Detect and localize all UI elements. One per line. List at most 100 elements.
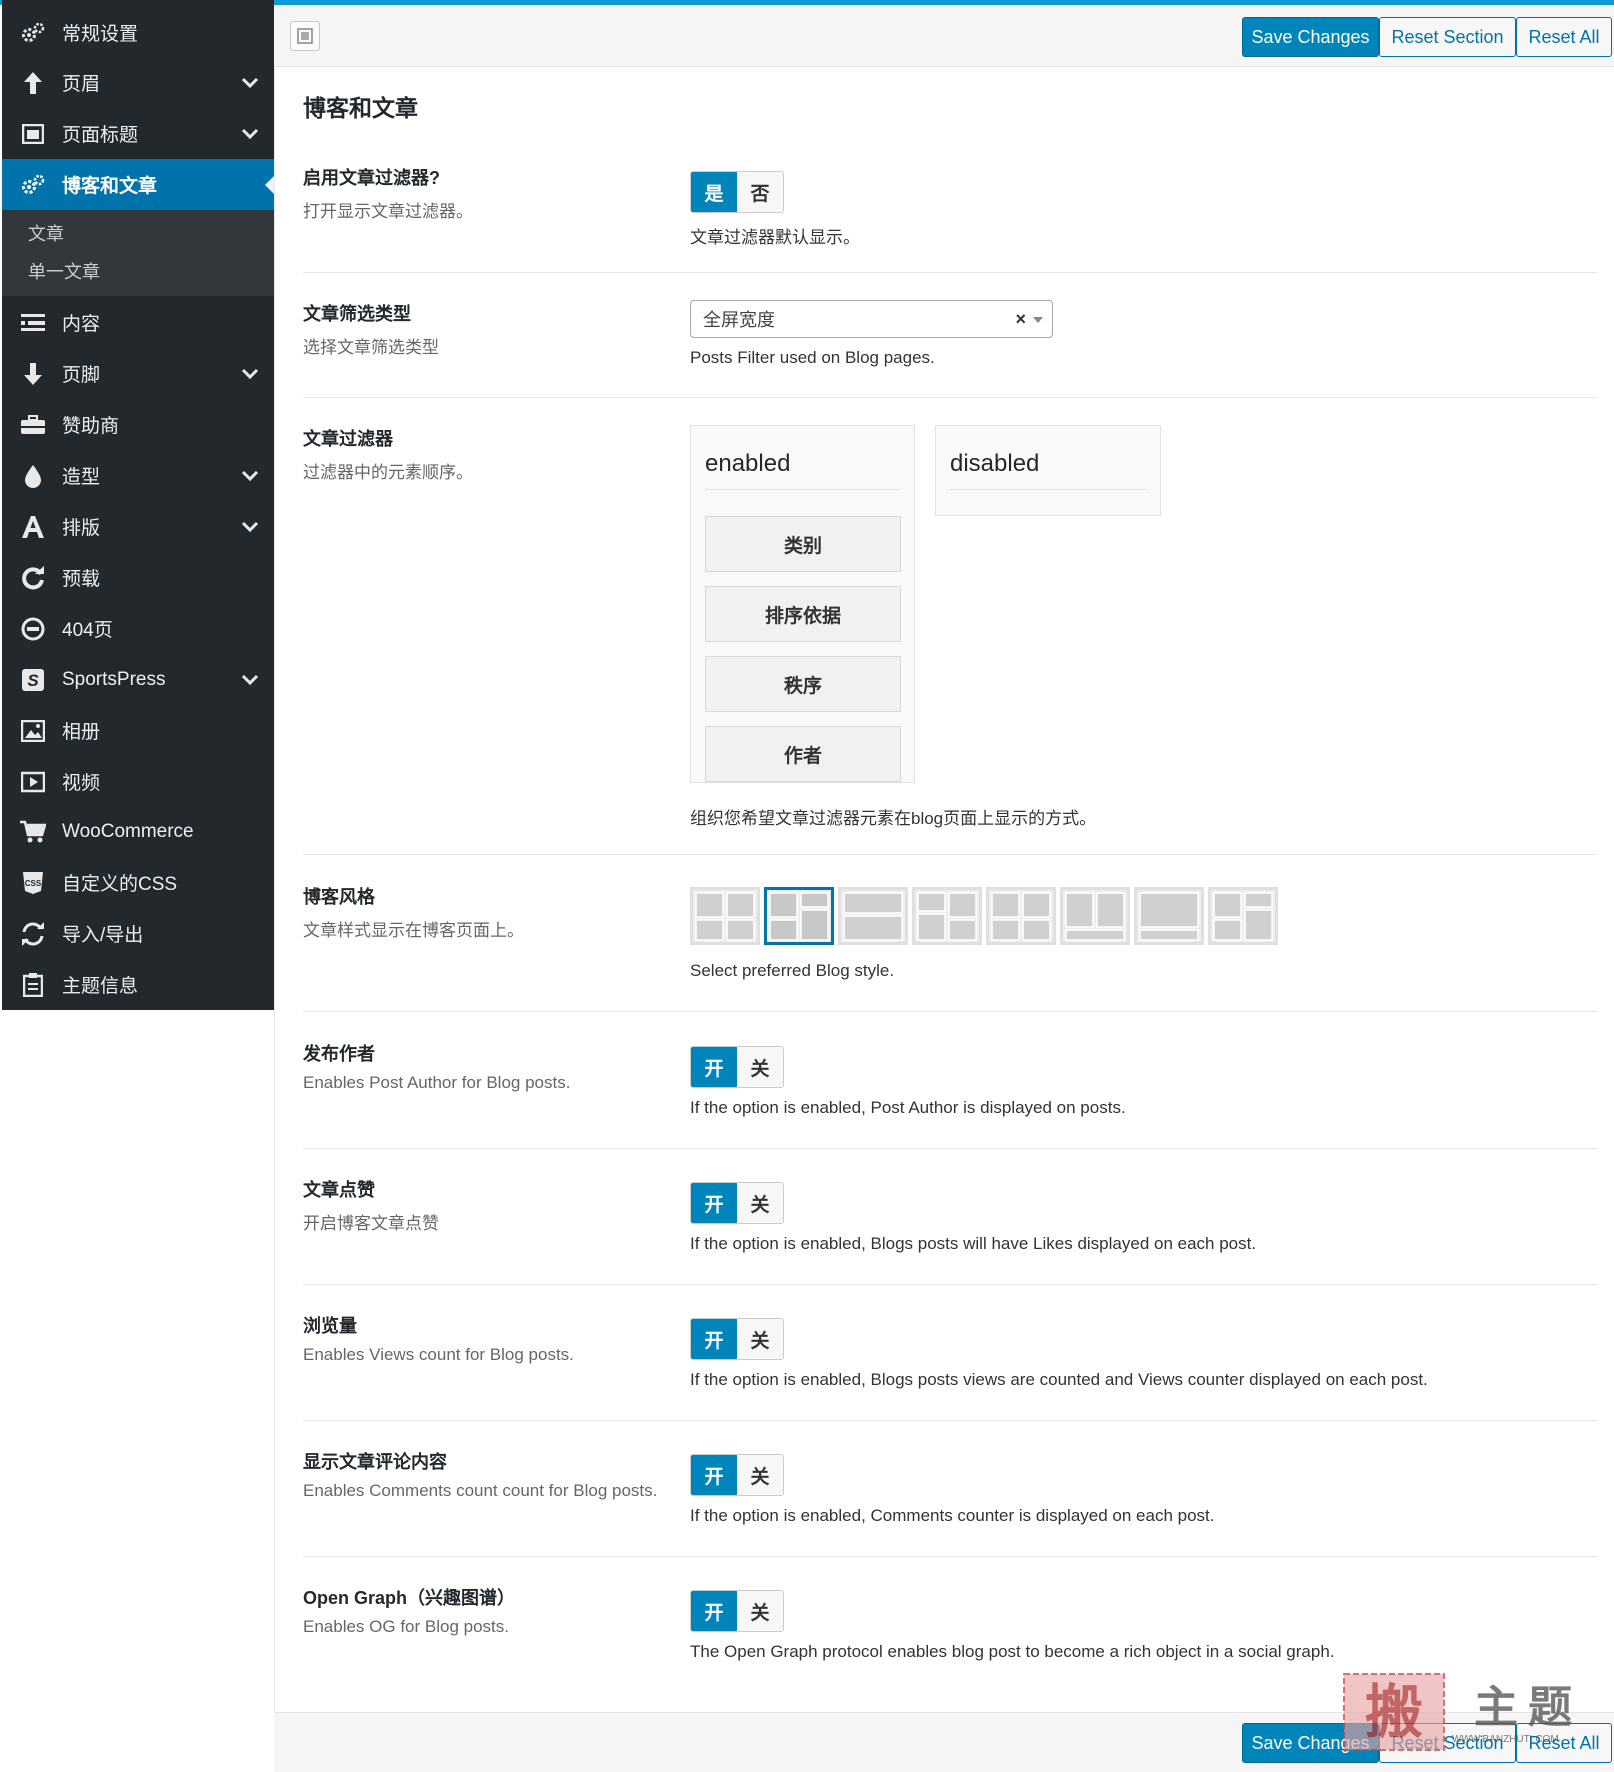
sidebar-item-theme-info[interactable]: 主题信息 xyxy=(2,959,274,1010)
divider xyxy=(303,1148,1598,1149)
sidebar-item-page-title[interactable]: 页面标题 xyxy=(2,108,274,159)
option-description: If the option is enabled, Blogs posts wi… xyxy=(690,1234,1257,1253)
gears-icon xyxy=(20,172,46,198)
sidebar-item-styling[interactable]: 造型 xyxy=(2,450,274,501)
sportspress-icon: S xyxy=(20,667,46,693)
post-comments-switch[interactable]: 开 关 xyxy=(690,1454,784,1496)
switch-off[interactable]: 关 xyxy=(737,1183,783,1223)
divider xyxy=(303,397,1598,398)
clipboard-icon xyxy=(20,972,46,998)
blog-style-option[interactable] xyxy=(1134,887,1204,945)
sidebar-item-video[interactable]: 视频 xyxy=(2,756,274,807)
sidebar-item-404[interactable]: 404页 xyxy=(2,603,274,654)
sidebar-item-label: 页眉 xyxy=(62,74,101,95)
blog-style-option[interactable] xyxy=(912,887,982,945)
switch-on[interactable]: 开 xyxy=(691,1319,737,1359)
chevron-down-icon[interactable] xyxy=(240,73,260,93)
sync-icon xyxy=(20,921,46,947)
blog-style-option[interactable] xyxy=(838,887,908,945)
sidebar-item-label: 预载 xyxy=(62,569,101,590)
filter-type-select[interactable]: 全屏宽度 × xyxy=(690,300,1053,338)
option-title: Open Graph（兴趣图谱） xyxy=(303,1588,516,1608)
sortable-item[interactable]: 排序依据 xyxy=(705,586,901,642)
reset-section-button[interactable]: Reset Section xyxy=(1379,17,1516,57)
sidebar-item-sponsors[interactable]: 赞助商 xyxy=(2,399,274,450)
css-icon: CSS xyxy=(20,870,46,896)
option-title: 浏览量 xyxy=(303,1316,357,1336)
sidebar-item-blog-posts[interactable]: 博客和文章 xyxy=(2,159,274,210)
switch-on[interactable]: 开 xyxy=(691,1047,737,1087)
blog-style-option[interactable] xyxy=(1208,887,1278,945)
switch-off[interactable]: 关 xyxy=(737,1047,783,1087)
refresh-icon xyxy=(20,565,46,591)
post-author-switch[interactable]: 开 关 xyxy=(690,1046,784,1088)
option-subtitle: 过滤器中的元素顺序。 xyxy=(303,463,473,482)
sortable-item[interactable]: 类别 xyxy=(705,516,901,572)
caret-down-icon[interactable] xyxy=(1033,317,1043,323)
layout-icon xyxy=(297,28,313,44)
sidebar-item-typography[interactable]: 排版 xyxy=(2,501,274,552)
divider xyxy=(303,1011,1598,1012)
blog-style-option[interactable] xyxy=(986,887,1056,945)
expand-options-button[interactable] xyxy=(290,21,320,51)
chevron-down-icon[interactable] xyxy=(240,517,260,537)
sidebar-item-woocommerce[interactable]: WooCommerce xyxy=(2,806,274,857)
open-graph-switch[interactable]: 开 关 xyxy=(690,1590,784,1632)
option-description: If the option is enabled, Post Author is… xyxy=(690,1098,1126,1117)
select-value: 全屏宽度 xyxy=(703,310,775,330)
post-views-switch[interactable]: 开 关 xyxy=(690,1318,784,1360)
switch-off[interactable]: 关 xyxy=(737,1319,783,1359)
sidebar-item-import-export[interactable]: 导入/导出 xyxy=(2,908,274,959)
chevron-down-icon[interactable] xyxy=(240,124,260,144)
sidebar-item-label: 导入/导出 xyxy=(62,925,144,946)
chevron-down-icon[interactable] xyxy=(240,466,260,486)
blog-style-option[interactable] xyxy=(690,887,760,945)
sorter-disabled-column[interactable]: disabled xyxy=(935,425,1161,516)
briefcase-icon xyxy=(20,412,46,438)
switch-on[interactable]: 开 xyxy=(691,1183,737,1223)
switch-off[interactable]: 否 xyxy=(737,172,783,212)
reset-all-button[interactable]: Reset All xyxy=(1516,17,1612,57)
sidebar-item-general[interactable]: 常规设置 xyxy=(2,7,274,58)
submenu-item-single-post[interactable]: 单一文章 xyxy=(28,258,100,284)
option-subtitle: 文章样式显示在博客页面上。 xyxy=(303,921,524,940)
blog-style-option[interactable] xyxy=(764,887,834,945)
gears-icon xyxy=(20,20,46,46)
sidebar-item-gallery[interactable]: 相册 xyxy=(2,705,274,756)
blog-style-option[interactable] xyxy=(1060,887,1130,945)
arrow-down-icon xyxy=(20,361,46,387)
switch-on[interactable]: 开 xyxy=(691,1455,737,1495)
clear-icon[interactable]: × xyxy=(1015,309,1026,330)
sidebar-item-sportspress[interactable]: S SportsPress xyxy=(2,654,274,705)
sidebar-item-footer[interactable]: 页脚 xyxy=(2,348,274,399)
option-description: If the option is enabled, Comments count… xyxy=(690,1506,1215,1525)
chevron-down-icon[interactable] xyxy=(240,364,260,384)
sortable-item[interactable]: 作者 xyxy=(705,726,901,782)
sidebar-item-content[interactable]: 内容 xyxy=(2,297,274,348)
post-likes-switch[interactable]: 开 关 xyxy=(690,1182,784,1224)
switch-on[interactable]: 开 xyxy=(691,1591,737,1631)
save-button[interactable]: Save Changes xyxy=(1242,17,1379,57)
arrow-up-icon xyxy=(20,70,46,96)
sorter-disabled-title: disabled xyxy=(950,450,1040,477)
option-description: Posts Filter used on Blog pages. xyxy=(690,348,935,367)
list-icon xyxy=(20,310,46,336)
chevron-down-icon[interactable] xyxy=(240,670,260,690)
switch-on[interactable]: 是 xyxy=(691,172,737,212)
sorter-enabled-column[interactable]: enabled 类别 排序依据 秩序 作者 xyxy=(690,425,915,783)
sidebar-item-label: 自定义的CSS xyxy=(62,874,178,895)
sidebar-item-preloader[interactable]: 预载 xyxy=(2,552,274,603)
sidebar-item-custom-css[interactable]: CSS 自定义的CSS xyxy=(2,857,274,908)
submenu: 文章 单一文章 xyxy=(2,210,274,296)
sidebar-item-label: 相册 xyxy=(62,722,101,743)
sidebar: 文章 单一文章 常规设置 页眉 页面标题 博客和文章 内容 页脚 赞助商 造型 xyxy=(2,0,274,1010)
switch-off[interactable]: 关 xyxy=(737,1591,783,1631)
sidebar-item-header[interactable]: 页眉 xyxy=(2,57,274,108)
sidebar-item-label: SportsPress xyxy=(62,668,166,690)
enable-filter-switch[interactable]: 是 否 xyxy=(690,171,784,213)
switch-off[interactable]: 关 xyxy=(737,1455,783,1495)
divider xyxy=(303,1556,1598,1557)
option-title: 博客风格 xyxy=(303,887,375,907)
sortable-item[interactable]: 秩序 xyxy=(705,656,901,712)
submenu-item-posts[interactable]: 文章 xyxy=(28,220,64,246)
